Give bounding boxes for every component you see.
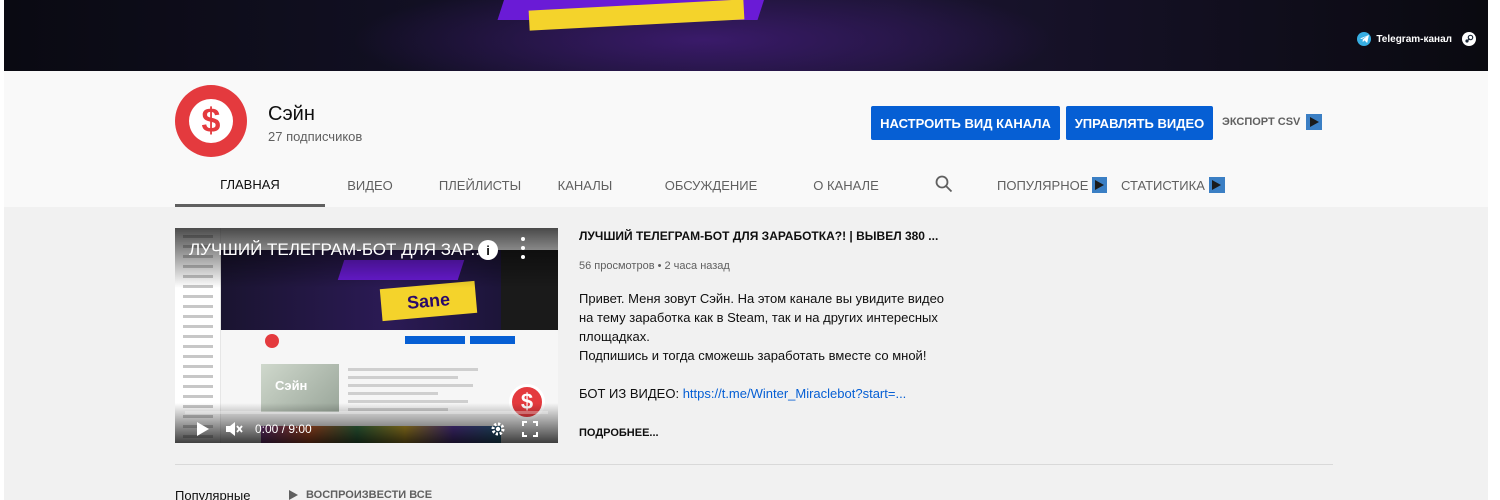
extension-play-icon: [1208, 177, 1225, 193]
description-bot-line: БОТ ИЗ ВИДЕО: https://t.me/Winter_Miracl…: [579, 384, 959, 403]
video-meta: 56 просмотров • 2 часа назад: [579, 260, 730, 272]
time-display: 0:00 / 9:00: [255, 422, 312, 436]
tab-home[interactable]: ГЛАВНАЯ: [175, 165, 325, 207]
channel-avatar[interactable]: $: [175, 85, 247, 157]
tab-discussion[interactable]: ОБСУЖДЕНИЕ: [656, 165, 766, 205]
telegram-link-label: Telegram-канал: [1376, 33, 1452, 45]
steam-icon: [1462, 32, 1476, 46]
video-frame-button: [405, 336, 465, 344]
video-frame-button: [470, 336, 515, 344]
tab-statistics-label: СТАТИСТИКА: [1121, 177, 1205, 193]
video-title[interactable]: ЛУЧШИЙ ТЕЛЕГРАМ-БОТ ДЛЯ ЗАРАБОТКА?! | ВЫ…: [579, 229, 938, 243]
tab-statistics[interactable]: СТАТИСТИКА: [1121, 165, 1231, 205]
subscriber-count: 27 подписчиков: [268, 129, 363, 144]
right-edge: [1488, 0, 1500, 500]
settings-gear-icon[interactable]: [489, 420, 507, 438]
bot-link[interactable]: https://t.me/Winter_Miraclebot?start=...: [683, 386, 907, 401]
search-icon[interactable]: [935, 175, 953, 193]
tab-popular[interactable]: ПОПУЛЯРНОЕ: [997, 165, 1107, 205]
channel-header: $ Сэйн 27 подписчиков НАСТРОИТЬ ВИД КАНА…: [4, 71, 1488, 207]
tab-channels[interactable]: КАНАЛЫ: [545, 165, 625, 205]
player-controls: 0:00 / 9:00: [175, 415, 558, 443]
fullscreen-icon[interactable]: [521, 420, 539, 438]
video-frame-avatar: [265, 334, 279, 348]
tab-playlists[interactable]: ПЛЕЙЛИСТЫ: [415, 165, 545, 205]
export-csv-button[interactable]: ЭКСПОРТ CSV: [1222, 114, 1323, 130]
read-more-button[interactable]: ПОДРОБНЕЕ...: [579, 427, 659, 439]
tab-about[interactable]: О КАНАЛЕ: [803, 165, 889, 205]
export-csv-label: ЭКСПОРТ CSV: [1222, 116, 1301, 128]
play-icon: [289, 490, 298, 500]
play-all-label: ВОСПРОИЗВЕСТИ ВСЕ: [306, 489, 433, 500]
info-icon[interactable]: i: [478, 240, 498, 260]
description-line: [579, 365, 959, 384]
channel-name: Сэйн: [268, 103, 315, 125]
telegram-link[interactable]: Telegram-канал: [1357, 32, 1452, 46]
manage-videos-button[interactable]: УПРАВЛЯТЬ ВИДЕО: [1066, 106, 1213, 140]
bot-label: БОТ ИЗ ВИДЕО:: [579, 386, 683, 401]
telegram-icon: [1357, 32, 1372, 46]
extension-play-icon: [1092, 177, 1107, 193]
description-line: на тему заработка как в Steam, так и на …: [579, 310, 938, 325]
description-line: площадках.: [579, 329, 650, 344]
muted-icon[interactable]: [225, 420, 243, 438]
tab-videos[interactable]: ВИДЕО: [325, 165, 415, 205]
description-line: Привет. Меня зовут Сэйн. На этом канале …: [579, 291, 945, 306]
shelf-title[interactable]: Популярные: [175, 488, 250, 500]
player-title[interactable]: ЛУЧШИЙ ТЕЛЕГРАМ-БОТ ДЛЯ ЗАР...: [189, 240, 489, 260]
play-all-button[interactable]: ВОСПРОИЗВЕСТИ ВСЕ: [289, 489, 432, 500]
banner-links: Telegram-канал: [1357, 32, 1476, 46]
section-divider: [175, 464, 1333, 465]
featured-video-player[interactable]: Sane Сэйн $ ЛУЧШИЙ ТЕЛЕГРАМ-БОТ ДЛЯ ЗАР.…: [175, 228, 558, 443]
channel-banner: Telegram-канал: [4, 0, 1488, 71]
extension-play-icon: [1306, 114, 1323, 130]
channel-content: Sane Сэйн $ ЛУЧШИЙ ТЕЛЕГРАМ-БОТ ДЛЯ ЗАР.…: [4, 207, 1488, 500]
tab-popular-label: ПОПУЛЯРНОЕ: [997, 177, 1089, 193]
progress-bar[interactable]: [185, 411, 548, 414]
video-frame-card-text: Сэйн: [275, 378, 308, 393]
dollar-coin-icon: $: [189, 99, 233, 143]
more-vert-icon[interactable]: [520, 237, 526, 259]
steam-link[interactable]: [1462, 32, 1476, 46]
youtube-channel-page: Telegram-канал $ Сэйн 27 подписчиков НАС…: [0, 0, 1500, 500]
description-line: Подпишись и тогда сможешь заработать вме…: [579, 348, 927, 363]
play-icon[interactable]: [195, 420, 211, 438]
video-description: Привет. Меня зовут Сэйн. На этом канале …: [579, 289, 959, 403]
customize-channel-button[interactable]: НАСТРОИТЬ ВИД КАНАЛА: [871, 106, 1060, 140]
